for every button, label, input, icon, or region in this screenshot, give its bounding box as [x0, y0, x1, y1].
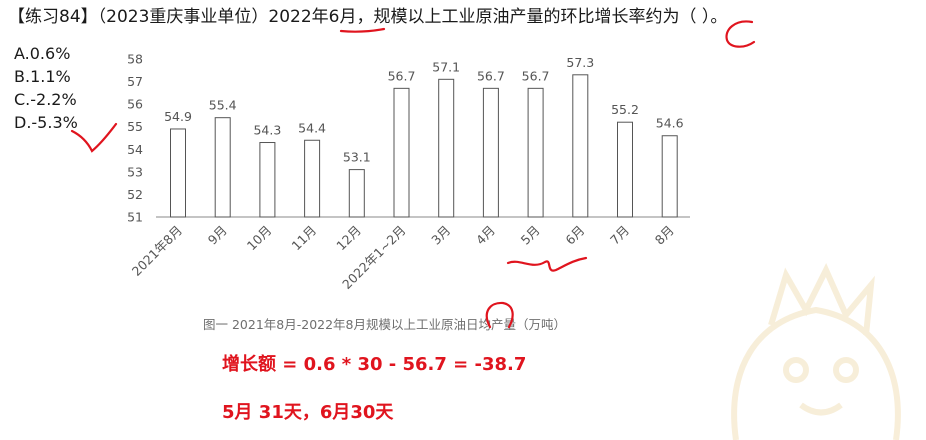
bar	[214, 117, 231, 218]
bar-value-label: 57.1	[432, 59, 460, 74]
x-tick-label: 12月	[333, 223, 364, 254]
bar	[259, 142, 276, 218]
bar	[527, 87, 544, 218]
x-tick-label: 7月	[607, 223, 632, 248]
check-c-mark	[70, 122, 118, 153]
y-axis: 51 52 53 54 55 56 57 58	[127, 52, 143, 225]
x-tick-label: 10月	[244, 223, 275, 254]
bar-value-label: 55.2	[611, 102, 639, 117]
x-tick-label: 4月	[473, 223, 498, 248]
bar-value-label: 54.3	[253, 123, 281, 138]
bar-value-label: 56.7	[388, 68, 416, 83]
bar	[438, 78, 455, 218]
bar	[304, 139, 321, 218]
bar-value-label: 53.1	[343, 150, 371, 165]
bar-value-label: 55.4	[209, 98, 237, 113]
x-tick-label: 6月	[562, 223, 587, 248]
y-tick-label: 55	[127, 119, 143, 134]
bars	[170, 74, 678, 218]
bar-value-label: 54.9	[164, 109, 192, 124]
y-tick-label: 51	[127, 210, 143, 225]
y-tick-label: 58	[127, 52, 143, 67]
bar-value-label: 56.7	[522, 68, 550, 83]
x-tick-label: 2021年8月	[129, 223, 185, 279]
y-tick-label: 56	[127, 97, 143, 112]
y-tick-label: 52	[127, 187, 143, 202]
bar-value-label: 57.3	[566, 55, 594, 70]
bar	[482, 87, 499, 218]
x-tick-label: 11月	[289, 223, 320, 254]
bar	[348, 169, 365, 218]
bar	[617, 121, 633, 218]
annotation-days: 5月 31天，6月30天	[222, 402, 394, 423]
bar	[393, 87, 410, 218]
x-tick-label: 9月	[205, 223, 230, 248]
underline-6-month	[339, 27, 386, 33]
bar	[661, 135, 678, 218]
wave-5-6-mark	[506, 256, 588, 272]
x-tick-label: 5月	[518, 223, 543, 248]
y-tick-label: 54	[127, 142, 143, 157]
y-tick-label: 53	[127, 164, 143, 179]
x-axis: 2021年8月 9月 10月 11月 12月2022年1~2月 3月 4月 5月 6月 7月 8月	[129, 223, 677, 292]
data-labels: 54.9 55.4 54.3 54.4 53.1 56.7 57.1 56.7 56.7 57.3…	[164, 55, 684, 165]
bar-value-label: 54.4	[298, 120, 326, 135]
bar	[170, 128, 186, 218]
x-tick-label: 8月	[652, 223, 677, 248]
bar-value-label: 56.7	[477, 68, 505, 83]
bar-value-label: 54.6	[656, 116, 684, 131]
y-tick-label: 57	[127, 74, 143, 89]
x-tick-label: 3月	[428, 223, 453, 248]
bar	[572, 74, 589, 218]
circled-c-mark	[725, 20, 756, 48]
annotation-growth: 增长额 = 0.6 * 30 - 56.7 = -38.7	[222, 354, 527, 375]
